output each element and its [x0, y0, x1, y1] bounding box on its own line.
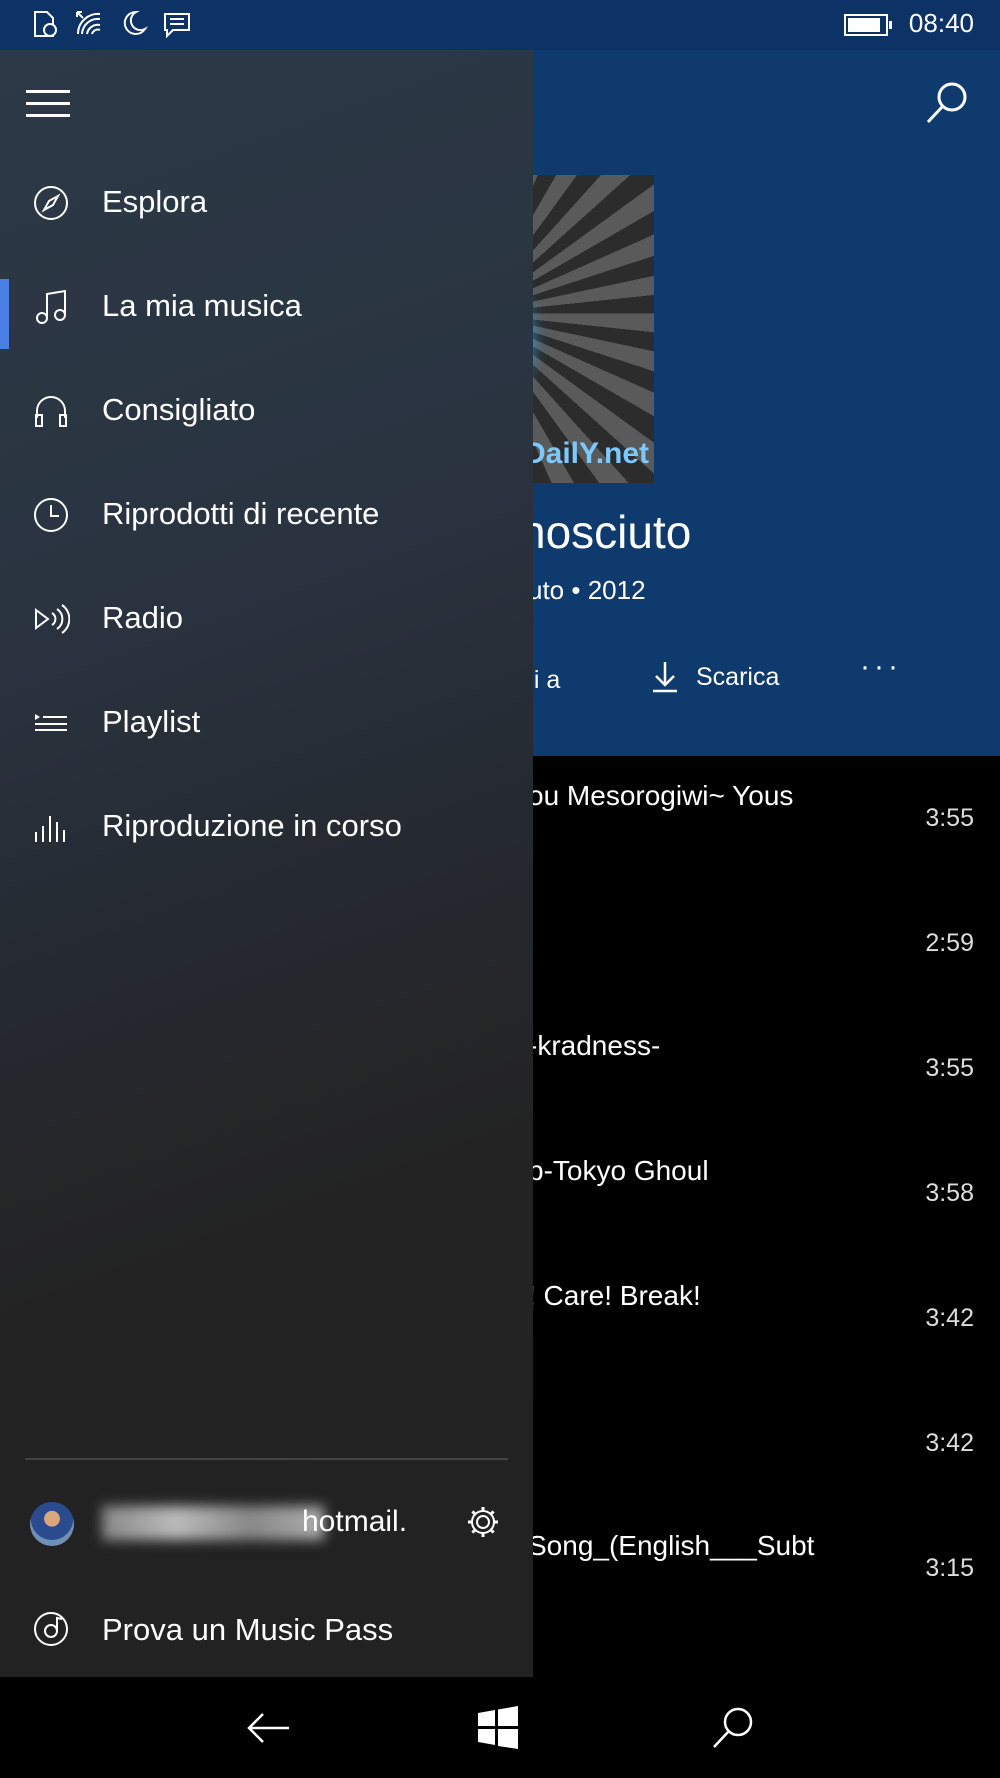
compass-icon — [34, 186, 68, 220]
hamburger-menu-icon[interactable] — [26, 90, 70, 120]
track-title: -kradness- — [528, 1030, 661, 1061]
nav-item-label: Consigliato — [102, 392, 256, 427]
more-button[interactable]: ··· — [860, 650, 902, 684]
track-duration: 3:42 — [925, 1429, 974, 1457]
track-row[interactable]: ou Mesorogiwi~ Yous 3:55 — [520, 756, 980, 881]
track-duration: 3:55 — [925, 804, 974, 832]
nav-item-esplora[interactable]: Esplora — [0, 150, 533, 254]
track-title: ou Mesorogiwi~ Yous — [528, 780, 794, 811]
status-icons — [30, 8, 192, 40]
battery-icon — [844, 14, 892, 36]
nav-item-playlist[interactable]: Playlist — [0, 670, 533, 774]
track-row[interactable]: 2:59 — [520, 881, 980, 1006]
radio-icon — [35, 604, 70, 634]
track-row[interactable]: p-Tokyo Ghoul 3:58 — [520, 1131, 980, 1256]
track-title: Song_(English___Subt — [528, 1530, 815, 1561]
account-row[interactable]: hotmail. — [0, 1490, 533, 1580]
windows-start-icon[interactable] — [475, 1705, 521, 1751]
track-row[interactable]: 3:42 — [520, 1381, 980, 1506]
track-row[interactable]: -kradness- 3:55 — [520, 1006, 980, 1131]
headphones-icon — [35, 396, 67, 427]
selection-indicator — [0, 279, 9, 349]
download-button[interactable]: Scarica — [650, 660, 779, 694]
nav-item-label: Riproduzione in corso — [102, 808, 402, 843]
gear-icon[interactable] — [465, 1504, 501, 1540]
account-email: hotmail. — [302, 1505, 408, 1538]
track-duration: 2:59 — [925, 929, 974, 957]
clock: 08:40 — [908, 8, 974, 38]
track-title: p-Tokyo Ghoul — [528, 1155, 709, 1186]
nav-item-radio[interactable]: Radio — [0, 566, 533, 670]
avatar[interactable] — [30, 1502, 74, 1546]
nav-item-label: Playlist — [102, 704, 201, 739]
track-duration: 3:42 — [925, 1304, 974, 1332]
search-icon[interactable] — [710, 1705, 756, 1751]
nav-item-label: La mia musica — [102, 288, 302, 323]
playlist-icon — [35, 714, 67, 731]
search-icon[interactable] — [924, 80, 970, 126]
download-label: Scarica — [696, 662, 780, 691]
nav-item-riproduzione-in-corso[interactable]: Riproduzione in corso — [0, 774, 533, 878]
nav-item-riprodotti-di-recente[interactable]: Riprodotti di recente — [0, 462, 533, 566]
message-icon — [164, 13, 190, 39]
nav-item-label: Riprodotti di recente — [102, 496, 380, 531]
track-title: ! Care! Break! — [528, 1280, 701, 1311]
navigation-pane: Esplora La mia musica Consigliato Riprod… — [0, 50, 533, 1677]
back-arrow-icon[interactable] — [245, 1705, 291, 1751]
download-icon — [653, 662, 677, 693]
blurred-username — [102, 1506, 324, 1540]
track-duration: 3:15 — [925, 1554, 974, 1582]
track-duration: 3:58 — [925, 1179, 974, 1207]
quiet-hours-icon — [123, 10, 148, 35]
equalizer-icon — [35, 816, 65, 842]
music-pass-label: Prova un Music Pass — [102, 1612, 394, 1647]
album-subtitle: uto • 2012 — [528, 575, 646, 605]
nav-item-label: Esplora — [102, 184, 208, 219]
system-navigation-bar — [0, 1677, 1000, 1778]
nav-item-consigliato[interactable]: Consigliato — [0, 358, 533, 462]
track-row[interactable]: Song_(English___Subt 3:15 — [520, 1506, 980, 1631]
album-art-text: DailY.net — [524, 437, 650, 470]
nav-item-la-mia-musica[interactable]: La mia musica — [0, 254, 533, 358]
music-pass-icon — [34, 1612, 68, 1646]
album-title: nosciuto — [520, 506, 692, 558]
music-pass-button[interactable]: Prova un Music Pass — [0, 1586, 533, 1676]
nav-item-label: Radio — [102, 600, 183, 635]
battery-saver-icon — [34, 11, 57, 37]
battery-level — [848, 18, 880, 32]
divider — [25, 1458, 508, 1460]
clock-icon — [34, 498, 68, 532]
status-bar: 08:40 — [0, 0, 1000, 50]
music-note-icon — [36, 289, 66, 324]
track-duration: 3:55 — [925, 1054, 974, 1082]
wifi-icon — [76, 11, 101, 35]
track-row[interactable]: ! Care! Break! 3:42 — [520, 1256, 980, 1381]
